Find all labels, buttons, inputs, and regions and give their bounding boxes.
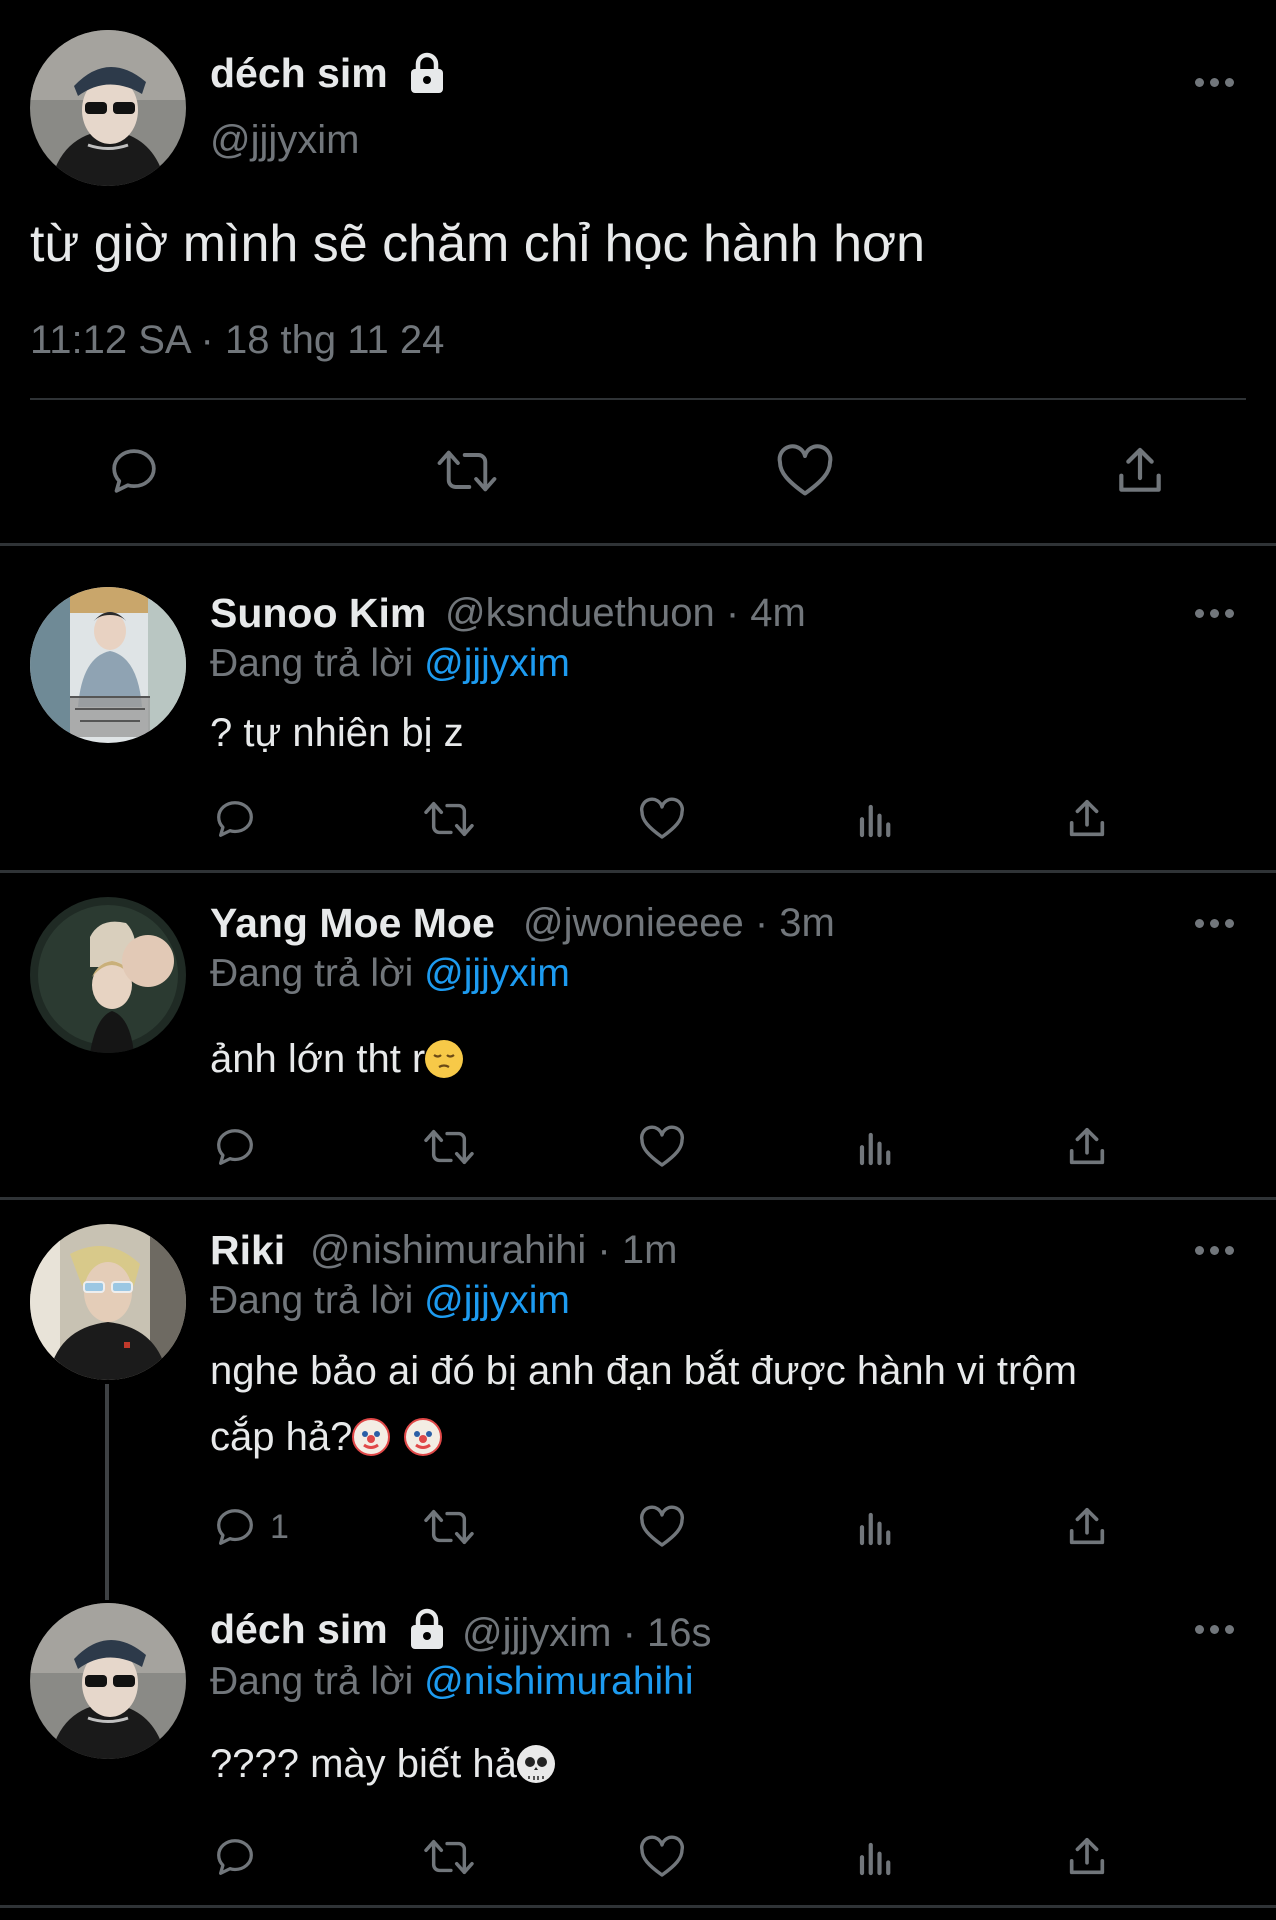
mention-link[interactable]: @jjjyxim [424, 1279, 570, 1322]
views-icon[interactable] [855, 800, 897, 842]
reply-text: ? tự nhiên bị z [210, 711, 464, 755]
thread-connector-line [105, 1384, 109, 1600]
mention-link[interactable]: @nishimurahihi [424, 1660, 693, 1703]
mention-link[interactable]: @jjjyxim [424, 952, 570, 995]
reply-divider [0, 1905, 1276, 1908]
pensive-face-emoji [425, 1040, 464, 1078]
avatar-reply[interactable] [30, 897, 186, 1053]
tweet-thread-page: déch sim @jjjyxim từ giờ mình sẽ chăm ch… [0, 0, 1276, 1920]
views-icon[interactable] [855, 1508, 897, 1550]
reply-display-name[interactable]: Sunoo Kim [210, 590, 426, 637]
retweet-icon[interactable] [422, 1124, 476, 1170]
reply-display-name[interactable]: Riki [210, 1227, 285, 1274]
more-options-icon[interactable] [1195, 609, 1235, 621]
like-icon[interactable] [638, 1504, 686, 1550]
views-icon[interactable] [855, 1838, 897, 1880]
clown-face-emoji [404, 1418, 443, 1456]
main-display-name[interactable]: déch sim [210, 50, 388, 97]
share-icon[interactable] [1064, 796, 1110, 842]
main-tweet-timestamp[interactable]: 11:12 SA · 18 thg 11 24 [30, 318, 444, 363]
share-icon[interactable] [1064, 1124, 1110, 1170]
reply-icon[interactable] [212, 1504, 258, 1550]
like-icon[interactable] [638, 1834, 686, 1880]
more-options-icon[interactable] [1195, 78, 1235, 90]
reply-text: ảnh lớn tht r [210, 1026, 464, 1092]
more-options-icon[interactable] [1195, 919, 1235, 931]
reply-handle[interactable]: @jwonieeee · 3m [523, 901, 835, 946]
retweet-icon[interactable] [422, 1834, 476, 1880]
reply-divider [0, 870, 1276, 873]
like-icon[interactable] [638, 796, 686, 842]
like-icon[interactable] [775, 443, 835, 499]
main-tweet-text: từ giờ mình sẽ chăm chỉ học hành hơn [30, 215, 926, 273]
mention-link[interactable]: @jjjyxim [424, 642, 570, 685]
more-options-icon[interactable] [1195, 1246, 1235, 1258]
reply-text: nghe bảo ai đó bị anh đạn bắt được hành … [210, 1349, 1077, 1459]
main-handle[interactable]: @jjjyxim [210, 118, 359, 163]
share-icon[interactable] [1064, 1504, 1110, 1550]
retweet-icon[interactable] [435, 443, 499, 499]
reply-count: 1 [270, 1508, 289, 1546]
reply-divider [0, 1197, 1276, 1200]
reply-text: ???? mày biết hả [210, 1731, 555, 1797]
retweet-icon[interactable] [422, 1504, 476, 1550]
clown-face-emoji [352, 1418, 391, 1456]
views-icon[interactable] [855, 1128, 897, 1170]
lock-icon [405, 1606, 449, 1650]
reply-icon[interactable] [106, 443, 162, 499]
reply-icon[interactable] [212, 1834, 258, 1880]
reply-handle[interactable]: @nishimurahihi · 1m [310, 1228, 677, 1273]
main-tweet-divider [0, 543, 1276, 546]
replying-to-label: Đang trả lời @jjjyxim [210, 642, 570, 685]
reply-icon[interactable] [212, 1124, 258, 1170]
reply-display-name[interactable]: Yang Moe Moe [210, 900, 495, 947]
lock-icon [405, 50, 449, 94]
share-icon[interactable] [1064, 1834, 1110, 1880]
reply-icon[interactable] [212, 796, 258, 842]
reply-handle[interactable]: @jjjyxim · 16s [462, 1611, 712, 1656]
avatar-reply[interactable] [30, 1603, 186, 1759]
replying-to-label: Đang trả lời @jjjyxim [210, 952, 570, 995]
share-icon[interactable] [1112, 443, 1168, 499]
replying-to-label: Đang trả lời @nishimurahihi [210, 1660, 694, 1703]
avatar-main-tweet[interactable] [30, 30, 186, 186]
reply-display-name[interactable]: déch sim [210, 1606, 388, 1653]
avatar-reply[interactable] [30, 1224, 186, 1380]
timestamp-divider [30, 398, 1246, 400]
more-options-icon[interactable] [1195, 1625, 1235, 1637]
reply-handle[interactable]: @ksnduethuon · 4m [445, 591, 806, 636]
avatar-reply[interactable] [30, 587, 186, 743]
skull-emoji [516, 1745, 555, 1783]
like-icon[interactable] [638, 1124, 686, 1170]
replying-to-label: Đang trả lời @jjjyxim [210, 1279, 570, 1322]
retweet-icon[interactable] [422, 796, 476, 842]
